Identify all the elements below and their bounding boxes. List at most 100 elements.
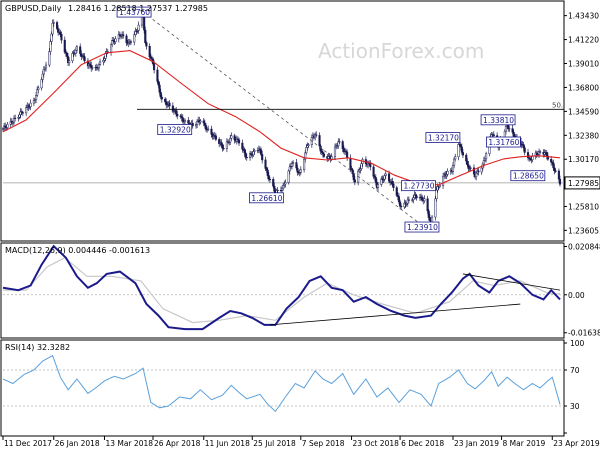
candle-body [306, 145, 309, 148]
candle-body [431, 216, 434, 223]
candle-body [51, 22, 54, 35]
candle-body [41, 73, 44, 80]
candle-body [276, 189, 279, 192]
price-panel: ActionForex.com 1.43430 1.41220 1.39010 1.3… [0, 0, 600, 242]
candle-body [508, 128, 511, 130]
candle-body [267, 175, 270, 180]
candle-body [504, 126, 508, 132]
price-y-tick-label: 1.36800 [568, 83, 599, 92]
candle-body [104, 53, 107, 59]
candle-body [244, 152, 247, 158]
candle-body [457, 144, 460, 157]
candle-body [63, 39, 66, 53]
candle-body [387, 173, 391, 182]
candle-body [207, 128, 210, 130]
candle-body [369, 163, 372, 168]
candle-body [341, 141, 344, 149]
candle-body [446, 170, 449, 175]
ohlc-readout: 1.28416 1.28518 1.27537 1.27985 [68, 4, 208, 13]
candle-body [284, 182, 287, 185]
candle-body [48, 51, 51, 66]
candle-body [191, 122, 194, 127]
candle-body [272, 179, 275, 187]
candle-body [346, 151, 349, 159]
candle-body [35, 95, 38, 100]
candle-body [453, 158, 456, 166]
candle-body [129, 41, 132, 43]
candle-body [469, 167, 472, 169]
candle-body [397, 196, 401, 203]
candle-body [210, 128, 213, 135]
price-annotation: 1.27730 [401, 180, 436, 192]
candle-body [467, 164, 470, 169]
candle-body [442, 175, 445, 186]
candle-body [187, 120, 190, 124]
candle-body [288, 166, 291, 172]
price-y-tick-label: 1.41220 [568, 36, 599, 45]
candle-body [482, 160, 485, 165]
x-tick-label: 23 Apr 2019 [553, 439, 600, 448]
candle-body [68, 60, 71, 63]
price-y-tick-label: 1.23605 [568, 226, 599, 235]
candle-body [221, 144, 224, 149]
candle-body [158, 84, 161, 93]
candle-body [260, 149, 263, 155]
price-annotation: 1.32920 [157, 124, 193, 135]
price-annotation-label: 1.32170 [428, 134, 459, 143]
candle-body [426, 198, 429, 212]
price-annotation: 1.28650 [510, 170, 546, 182]
candle-body [229, 138, 232, 143]
candle-body [97, 64, 101, 69]
candle-body [475, 172, 478, 178]
candle-body [220, 142, 223, 145]
candle-body [282, 185, 285, 189]
x-tick-label: 7 Sep 2018 [302, 439, 345, 448]
candle-body [25, 107, 28, 114]
candle-body [299, 169, 302, 173]
candle-body [318, 135, 321, 147]
candle-body [459, 144, 462, 148]
candle-body [400, 205, 403, 208]
candle-body [241, 142, 244, 150]
candle-body [79, 46, 82, 54]
candle-body [114, 38, 117, 43]
rsi-y-tick-label: 100 [570, 339, 585, 348]
price-y-tick-label: 1.43430 [568, 12, 599, 21]
price-y-tick-label: 1.30170 [568, 155, 599, 164]
candle-body [52, 22, 55, 24]
candle-body [391, 181, 394, 185]
candle-body [65, 52, 69, 57]
candle-body [225, 141, 228, 149]
price-annotation-label: 1.27730 [403, 182, 434, 191]
candle-body [303, 158, 306, 171]
price-annotation: 1.33810 [480, 114, 516, 126]
price-y-tick-label: 1.39010 [568, 60, 599, 69]
candle-body [122, 34, 125, 37]
candle-body [333, 146, 337, 157]
candle-body [290, 163, 294, 167]
gbpusd-daily-chart: ActionForex.com 1.43430 1.41220 1.39010 1.3… [0, 0, 600, 450]
candle-body [183, 120, 187, 123]
candle-body [492, 134, 495, 136]
candle-body [407, 199, 410, 201]
x-tick-label: 11 Dec 2017 [4, 439, 52, 448]
x-tick-label: 11 Jun 2018 [205, 439, 250, 448]
candle-body [507, 124, 510, 130]
watermark: ActionForex.com [318, 39, 484, 63]
candle-body [233, 135, 236, 141]
candle-body [202, 120, 205, 124]
candle-body [477, 170, 480, 173]
candle-body [159, 91, 162, 98]
candle-body [485, 153, 488, 160]
candle-body [42, 68, 45, 75]
candle-body [203, 122, 206, 126]
rsi-y-tick-label: 70 [570, 366, 580, 375]
macd-y-tick-label: 0.020848 [568, 243, 600, 252]
candle-body [125, 35, 128, 43]
candle-body [243, 148, 246, 154]
candle-body [253, 150, 256, 152]
candle-body [296, 167, 299, 173]
candle-body [181, 117, 184, 122]
candle-body [330, 156, 333, 160]
candle-body [372, 166, 375, 177]
